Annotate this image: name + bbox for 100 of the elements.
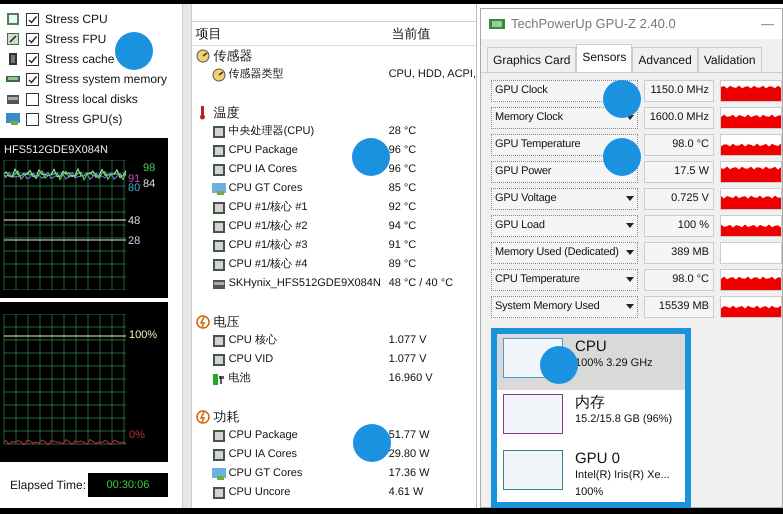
group-label[interactable]: 传感器 (214, 46, 253, 66)
sensor-value: 100 % (644, 214, 714, 236)
column-header[interactable]: 项目 (192, 24, 392, 44)
sensor-value: 4.61 W (388, 485, 424, 500)
sensor-name[interactable]: CPU Package (228, 427, 298, 444)
sensor-graph (720, 134, 782, 156)
checkbox[interactable] (26, 92, 39, 106)
tab[interactable]: Sensors (576, 44, 632, 72)
graph-title: HFS512GDE9X084N (3, 143, 109, 158)
app-icon (489, 18, 505, 30)
checkbox-label[interactable]: Stress system memory (45, 70, 168, 88)
percent-chip-icon (6, 32, 20, 46)
checkbox-label[interactable]: Stress local disks (45, 90, 138, 108)
sensor-value: 85 °C (388, 181, 416, 196)
sensor-name[interactable]: CPU #1/核心 #3 (228, 237, 308, 254)
chip-icon (212, 220, 226, 234)
caret-icon (626, 304, 634, 309)
sensor-name[interactable]: CPU IA Cores (228, 161, 298, 178)
sensor-value: 51.77 W (388, 428, 430, 444)
chip-icon (212, 162, 226, 176)
battery-icon (212, 372, 226, 386)
sensor-dropdown[interactable]: GPU Load (491, 214, 638, 236)
performance-item[interactable]: GPU 0 Intel(R) Iris(R) Xe... 100% (497, 446, 685, 502)
checkbox-label[interactable]: Stress CPU (45, 10, 108, 28)
chip-icon (212, 238, 226, 252)
sensor-name[interactable]: CPU Uncore (228, 484, 290, 501)
sensor-name[interactable]: CPU #1/核心 #4 (228, 256, 308, 273)
group-label[interactable]: 温度 (214, 102, 240, 122)
sensor-name[interactable]: CPU GT Cores (228, 180, 302, 197)
checkbox[interactable] (26, 32, 39, 46)
caret-icon (626, 196, 634, 201)
item-detail: 100% (575, 484, 604, 500)
chip-icon (212, 428, 226, 442)
tab[interactable]: Validation (698, 47, 762, 72)
sensor-value: 94 °C (388, 219, 416, 234)
sensor-name[interactable]: CPU VID (228, 351, 274, 368)
sensor-name[interactable]: CPU IA Cores (228, 446, 298, 463)
minimize-button[interactable]: — (761, 14, 774, 34)
sensor-graph (720, 80, 782, 102)
gauge-icon (196, 48, 210, 62)
item-title: CPU (575, 338, 608, 355)
column-header[interactable]: 当前值 (392, 24, 431, 44)
tab[interactable]: Graphics Card (487, 47, 576, 72)
chip-icon (6, 12, 20, 26)
checkbox[interactable] (26, 52, 39, 66)
tab[interactable]: Advanced (632, 47, 698, 72)
sensor-name[interactable]: CPU Package (228, 142, 298, 159)
sensor-dropdown[interactable]: GPU Voltage (491, 188, 638, 210)
sensor-graph (720, 188, 782, 210)
graph-value-label: 91 (128, 173, 140, 185)
chip-icon (212, 486, 226, 500)
sensor-value: 92 °C (388, 200, 416, 216)
graph-value-label: 0% (129, 429, 145, 441)
sensor-name[interactable]: CPU #1/核心 #1 (228, 199, 308, 216)
sensor-value: 16.960 V (388, 371, 433, 386)
gauge-icon (212, 68, 226, 82)
checkbox[interactable] (26, 12, 39, 26)
sensor-value: 96 °C (388, 143, 416, 158)
sensor-graph (720, 214, 782, 236)
checkbox[interactable] (26, 72, 39, 86)
sensor-value: 96 °C (388, 162, 416, 178)
graph-value-label: 80 (128, 182, 140, 194)
sensor-dropdown[interactable]: Memory Used (Dedicated) (491, 242, 638, 264)
item-detail: Intel(R) Iris(R) Xe... (575, 468, 670, 483)
window-title: TechPowerUp GPU-Z 2.40.0 (511, 15, 676, 34)
checkbox-label[interactable]: Stress FPU (45, 30, 106, 48)
chip-icon (212, 200, 226, 214)
group-label[interactable]: 功耗 (214, 406, 240, 426)
sensor-name[interactable]: CPU GT Cores (228, 465, 302, 482)
item-detail: 15.2/15.8 GB (96%) (575, 412, 672, 427)
item-title: GPU 0 (575, 450, 622, 467)
sensor-dropdown[interactable]: CPU Temperature (491, 268, 638, 290)
caret-icon (626, 250, 634, 255)
sensor-value: 1.077 V (388, 352, 427, 368)
checkbox[interactable] (26, 112, 39, 126)
sensor-dropdown[interactable]: System Memory Used (491, 296, 638, 318)
sensor-value: 29.80 W (388, 447, 430, 462)
sensor-name[interactable]: CPU #1/核心 #2 (228, 218, 308, 235)
graph-value-label: 48 (128, 215, 140, 227)
checkbox-label[interactable]: Stress cache (45, 50, 114, 68)
sensor-value: 389 MB (644, 242, 714, 264)
sensor-name[interactable]: SKHynix_HFS512GDE9X084N (228, 275, 381, 292)
checkbox-label[interactable]: Stress GPU(s) (45, 110, 122, 128)
sensor-name[interactable]: 传感器类型 (228, 66, 284, 83)
group-label[interactable]: 电压 (214, 312, 240, 332)
sensor-name[interactable]: 中央处理器(CPU) (228, 123, 314, 140)
sensor-value: 89 °C (388, 257, 416, 272)
sensor-name[interactable]: CPU 核心 (228, 332, 277, 349)
sensor-graph (720, 160, 782, 182)
sensor-graph (720, 268, 782, 290)
sensor-value: 0.725 V (644, 188, 714, 210)
caret-icon (626, 277, 634, 282)
sensor-value: 98.0 °C (644, 134, 714, 156)
graph-value-label: 28 (128, 235, 140, 247)
sensor-name[interactable]: 电池 (228, 370, 251, 387)
graph-value-label: 84 (143, 178, 156, 190)
performance-item[interactable]: 内存 15.2/15.8 GB (96%) (497, 390, 685, 446)
chip-icon (212, 258, 226, 272)
chip-icon (212, 352, 226, 366)
drive-icon (6, 92, 20, 106)
